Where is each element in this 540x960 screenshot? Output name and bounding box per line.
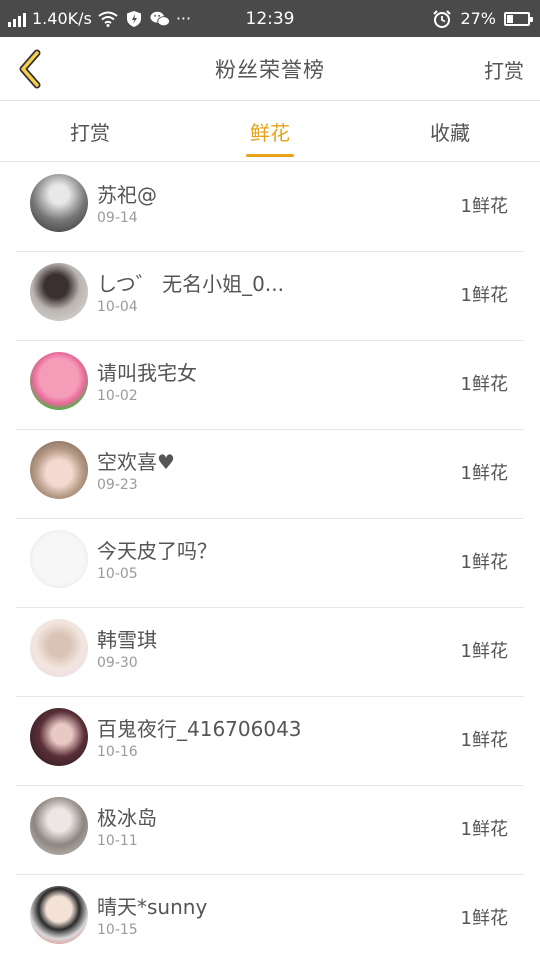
list-item[interactable]: 极冰岛 10-11 1鲜花: [16, 786, 524, 875]
gift-count: 1鲜花: [460, 819, 508, 840]
avatar: [30, 530, 88, 588]
date: 10-11: [97, 833, 138, 849]
list-item[interactable]: しつ゛ 无名小姐_0... 10-04 1鲜花: [16, 252, 524, 341]
avatar: [30, 441, 88, 499]
user-name: 苏祀@: [97, 183, 157, 207]
list-item[interactable]: 苏祀@ 09-14 1鲜花: [16, 163, 524, 252]
gift-count: 1鲜花: [460, 374, 508, 395]
date: 09-14: [97, 210, 138, 226]
list-item[interactable]: 晴天*sunny 10-15 1鲜花: [16, 875, 524, 960]
back-button[interactable]: [10, 49, 50, 89]
gift-count: 1鲜花: [460, 908, 508, 929]
list-item[interactable]: 今天皮了吗？ 10-05 1鲜花: [16, 519, 524, 608]
tab-reward[interactable]: 打赏: [0, 102, 180, 161]
alarm-icon: [432, 9, 452, 29]
user-name: 今天皮了吗？: [97, 539, 217, 563]
page-title: 粉丝荣誉榜: [215, 58, 325, 82]
header: 粉丝荣誉榜 打赏: [0, 37, 540, 101]
fan-list: 苏祀@ 09-14 1鲜花 しつ゛ 无名小姐_0... 10-04 1鲜花 请叫…: [0, 163, 540, 960]
gift-count: 1鲜花: [460, 285, 508, 306]
date: 09-23: [97, 477, 138, 493]
avatar: [30, 352, 88, 410]
battery-percent: 27%: [460, 9, 496, 28]
tab-favorites[interactable]: 收藏: [360, 102, 540, 161]
date: 10-05: [97, 566, 138, 582]
date: 10-04: [97, 299, 138, 315]
avatar: [30, 619, 88, 677]
avatar: [30, 174, 88, 232]
avatar: [30, 263, 88, 321]
tab-label: 鲜花: [250, 121, 290, 145]
avatar: [30, 708, 88, 766]
list-item[interactable]: 韩雪琪 09-30 1鲜花: [16, 608, 524, 697]
tab-flowers[interactable]: 鲜花: [180, 102, 360, 161]
date: 10-16: [97, 744, 138, 760]
user-name: しつ゛ 无名小姐_0...: [97, 272, 284, 296]
date: 10-02: [97, 388, 138, 404]
avatar: [30, 886, 88, 944]
user-name: 百鬼夜行_416706043: [97, 717, 302, 741]
battery-icon: [504, 11, 533, 26]
list-item[interactable]: 空欢喜♥ 09-23 1鲜花: [16, 430, 524, 519]
list-item[interactable]: 请叫我宅女 10-02 1鲜花: [16, 341, 524, 430]
tab-bar: 打赏 鲜花 收藏: [0, 102, 540, 162]
user-name: 空欢喜♥: [97, 450, 175, 474]
status-bar: 1.40K/s ··· 12:39 27%: [0, 0, 540, 37]
tab-label: 收藏: [430, 121, 470, 145]
user-name: 极冰岛: [97, 806, 157, 830]
avatar: [30, 797, 88, 855]
user-name: 请叫我宅女: [97, 361, 197, 385]
gift-count: 1鲜花: [460, 463, 508, 484]
reward-button[interactable]: 打赏: [484, 37, 524, 101]
status-bar-right: 27%: [432, 0, 533, 37]
battery-fill: [507, 14, 513, 23]
chevron-left-icon: [19, 49, 41, 89]
user-name: 韩雪琪: [97, 628, 157, 652]
list-item[interactable]: 百鬼夜行_416706043 10-16 1鲜花: [16, 697, 524, 786]
date: 09-30: [97, 655, 138, 671]
date: 10-15: [97, 922, 138, 938]
gift-count: 1鲜花: [460, 641, 508, 662]
user-name: 晴天*sunny: [97, 895, 208, 919]
clock: 12:39: [245, 8, 295, 29]
gift-count: 1鲜花: [460, 730, 508, 751]
tab-label: 打赏: [70, 121, 110, 145]
gift-count: 1鲜花: [460, 552, 508, 573]
active-tab-indicator: [246, 154, 294, 157]
gift-count: 1鲜花: [460, 196, 508, 217]
